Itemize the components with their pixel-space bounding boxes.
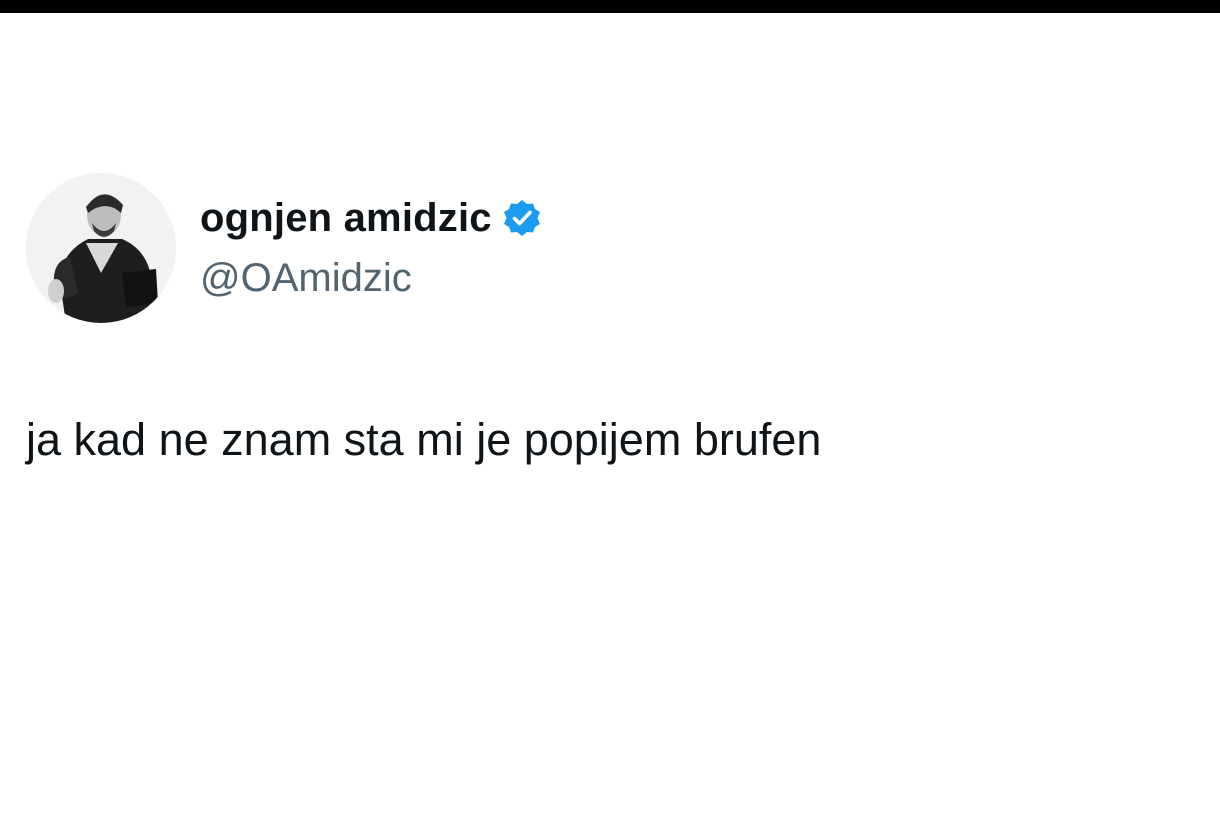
tweet-card: ognjen amidzic @OAmidzic ja kad ne znam …	[0, 0, 1220, 838]
profile-photo-icon	[26, 173, 176, 323]
author-name-row: ognjen amidzic	[200, 194, 542, 242]
author-display-name[interactable]: ognjen amidzic	[200, 196, 492, 241]
tweet-text: ja kad ne znam sta mi je popijem brufen	[26, 414, 822, 465]
author-avatar[interactable]	[26, 173, 176, 323]
author-handle[interactable]: @OAmidzic	[200, 256, 412, 301]
verified-badge-icon	[502, 198, 542, 238]
